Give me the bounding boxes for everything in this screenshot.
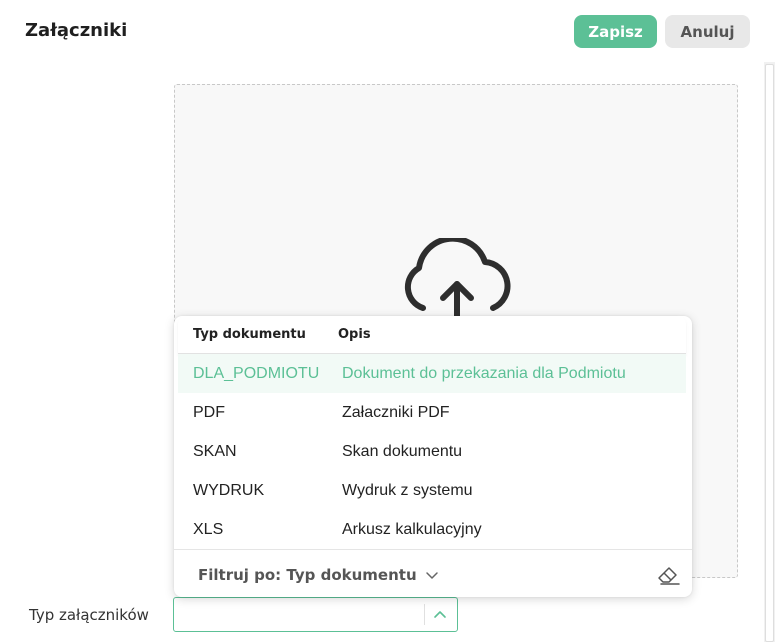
column-header-description[interactable]: Opis bbox=[338, 327, 371, 342]
eraser-icon[interactable] bbox=[656, 562, 680, 586]
dropdown-row[interactable]: XLS Arkusz kalkulacyjny bbox=[178, 510, 686, 549]
attachment-type-label: Typ załączników bbox=[29, 606, 149, 624]
select-divider bbox=[424, 604, 425, 625]
row-description: Wydruk z systemu bbox=[342, 482, 473, 499]
filter-by-button[interactable]: Filtruj po: Typ dokumentu bbox=[198, 566, 439, 584]
dropdown-table-header: Typ dokumentu Opis bbox=[178, 316, 686, 354]
row-type: SKAN bbox=[193, 443, 237, 460]
row-description: Arkusz kalkulacyjny bbox=[342, 521, 482, 538]
scrollbar-thumb[interactable] bbox=[765, 64, 774, 642]
chevron-up-icon[interactable] bbox=[433, 609, 447, 619]
dialog-title: Załączniki bbox=[25, 20, 128, 41]
cloud-upload-icon bbox=[404, 238, 511, 319]
row-description: Dokument do przekazania dla Podmiotu bbox=[342, 365, 626, 382]
column-header-type[interactable]: Typ dokumentu bbox=[193, 327, 306, 342]
row-type: WYDRUK bbox=[193, 482, 265, 499]
dropdown-row[interactable]: WYDRUK Wydruk z systemu bbox=[178, 471, 686, 510]
attachment-type-select[interactable] bbox=[173, 597, 458, 632]
row-description: Skan dokumentu bbox=[342, 443, 463, 460]
dialog-header: Załączniki Zapisz Anuluj bbox=[0, 0, 775, 62]
dropdown-row[interactable]: DLA_PODMIOTU Dokument do przekazania dla… bbox=[178, 354, 686, 393]
cancel-button[interactable]: Anuluj bbox=[665, 15, 750, 48]
row-description: Załaczniki PDF bbox=[342, 404, 450, 421]
row-type: XLS bbox=[193, 521, 224, 538]
row-type: PDF bbox=[193, 404, 225, 421]
dropdown-row[interactable]: PDF Załaczniki PDF bbox=[178, 393, 686, 432]
save-button[interactable]: Zapisz bbox=[574, 15, 657, 48]
dropdown-footer: Filtruj po: Typ dokumentu bbox=[174, 549, 692, 598]
dropdown-row[interactable]: SKAN Skan dokumentu bbox=[178, 432, 686, 471]
chevron-down-icon bbox=[425, 572, 438, 579]
row-type: DLA_PODMIOTU bbox=[193, 365, 320, 382]
document-type-dropdown: Typ dokumentu Opis DLA_PODMIOTU Dokument… bbox=[174, 316, 692, 597]
filter-label: Filtruj po: Typ dokumentu bbox=[198, 566, 417, 584]
